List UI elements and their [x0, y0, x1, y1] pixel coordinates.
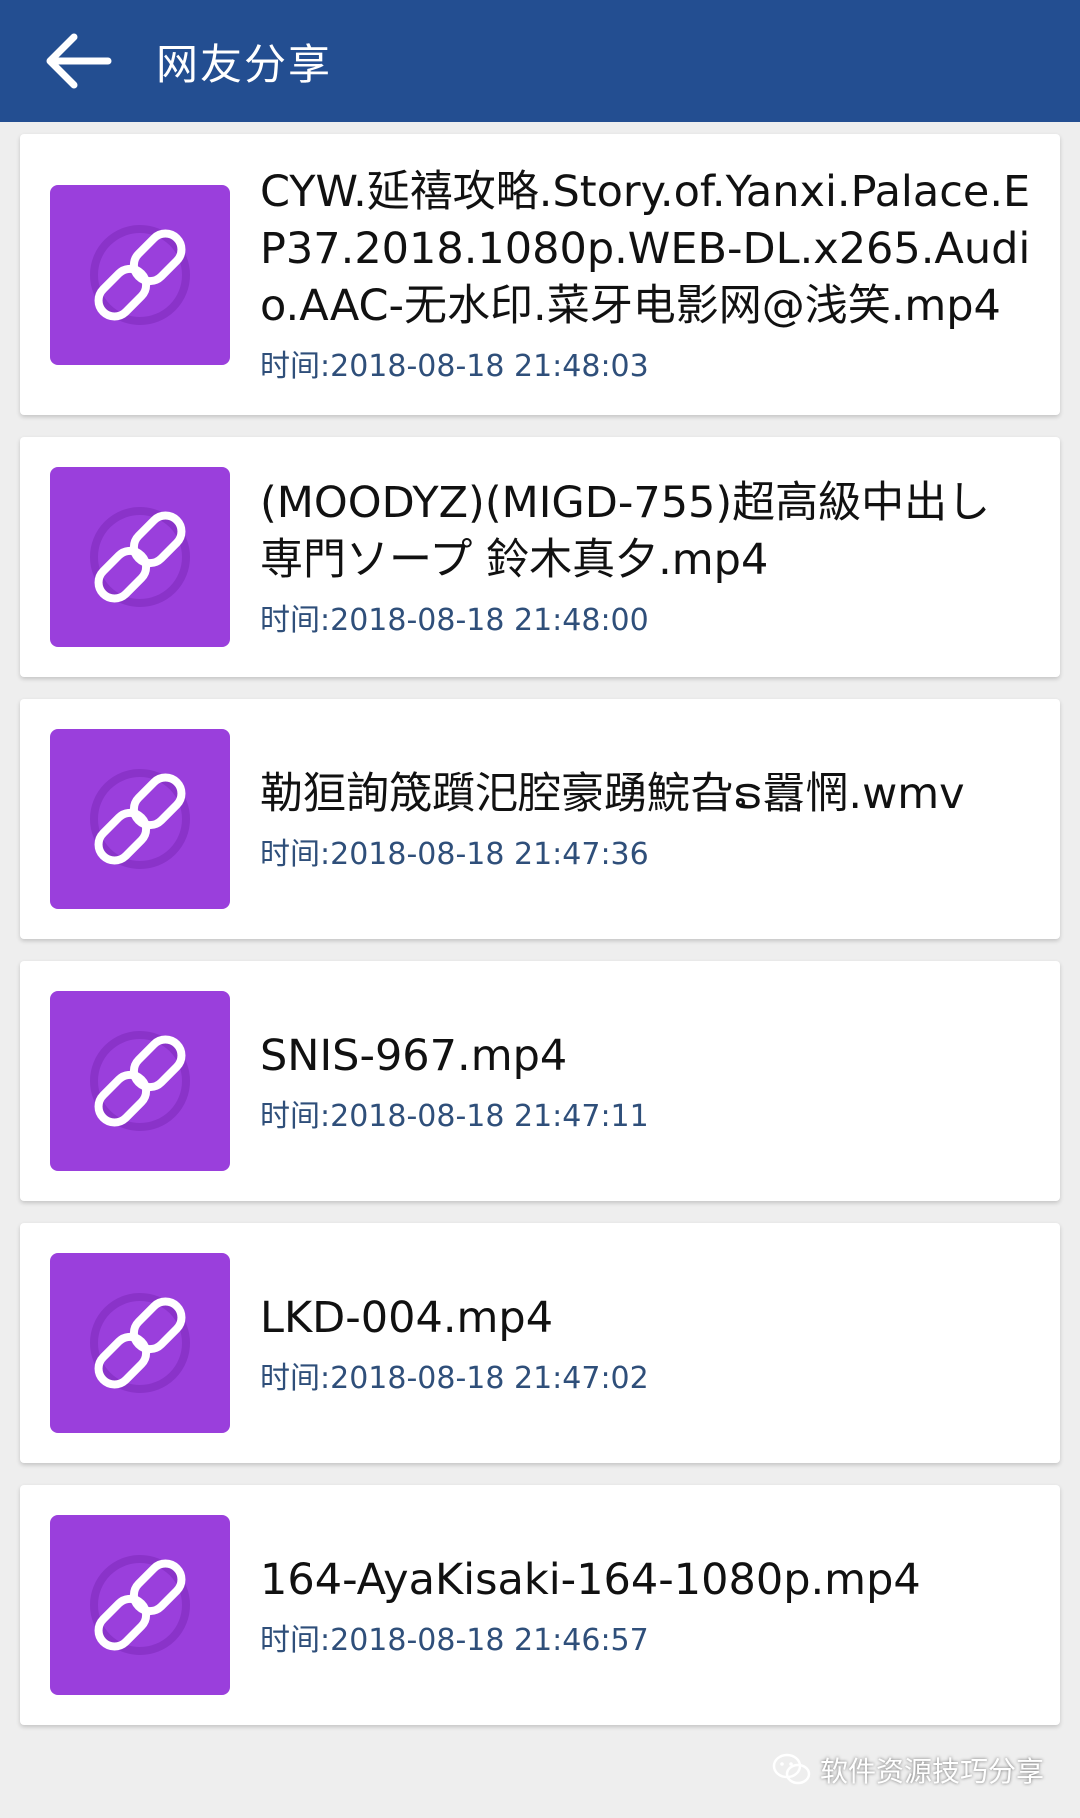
file-name: 164-AyaKisaki-164-1080p.mp4 [260, 1554, 921, 1605]
list-item[interactable]: LKD-004.mp4 时间:2018-08-18 21:47:02 [20, 1223, 1060, 1463]
list-item[interactable]: (MOODYZ)(MIGD-755)超高級中出し専門ソープ 鈴木真夕.mp4 时… [20, 437, 1060, 677]
file-name: LKD-004.mp4 [260, 1292, 554, 1343]
link-icon [90, 507, 190, 607]
list-item[interactable]: 勒狟詢筬躓汜腔豪踴鯇旮ຣ囂惘.wmv 时间:2018-08-18 21:47:3… [20, 699, 1060, 939]
file-name: CYW.延禧攻略.Story.of.Yanxi.Palace.EP37.2018… [260, 167, 1031, 331]
arrow-left-icon [46, 33, 112, 89]
share-list: CYW.延禧攻略.Story.of.Yanxi.Palace.EP37.2018… [20, 134, 1060, 1747]
share-time: 时间:2018-08-18 21:48:00 [260, 603, 649, 638]
list-item[interactable]: SNIS-967.mp4 时间:2018-08-18 21:47:11 [20, 961, 1060, 1201]
share-time: 时间:2018-08-18 21:48:03 [260, 349, 649, 384]
file-thumbnail [50, 184, 230, 365]
link-icon [90, 1031, 190, 1131]
share-time: 时间:2018-08-18 21:47:02 [260, 1360, 649, 1396]
file-name: SNIS-967.mp4 [260, 1030, 568, 1081]
file-thumbnail [50, 1253, 230, 1433]
file-thumbnail [50, 991, 230, 1171]
link-icon [90, 224, 190, 325]
app-header: 网友分享 [0, 0, 1080, 122]
file-thumbnail [50, 1515, 230, 1695]
list-item[interactable]: CYW.延禧攻略.Story.of.Yanxi.Palace.EP37.2018… [20, 134, 1060, 415]
page-title: 网友分享 [156, 39, 333, 89]
share-time: 时间:2018-08-18 21:46:57 [260, 1622, 649, 1658]
link-icon [90, 1293, 190, 1393]
share-time: 时间:2018-08-18 21:47:36 [260, 836, 649, 872]
watermark-text: 软件资源技巧分享 [819, 1755, 1044, 1788]
back-button[interactable] [18, 0, 138, 122]
link-icon [90, 769, 190, 869]
share-time: 时间:2018-08-18 21:47:11 [260, 1098, 649, 1134]
link-icon [90, 1555, 190, 1655]
file-name: 勒狟詢筬躓汜腔豪踴鯇旮ຣ囂惘.wmv [260, 768, 965, 819]
file-name: (MOODYZ)(MIGD-755)超高級中出し専門ソープ 鈴木真夕.mp4 [260, 478, 991, 585]
wechat-icon [772, 1753, 811, 1785]
file-thumbnail [50, 729, 230, 909]
watermark: 软件资源技巧分享 [772, 1750, 1044, 1790]
file-thumbnail [50, 467, 230, 647]
list-item[interactable]: 164-AyaKisaki-164-1080p.mp4 时间:2018-08-1… [20, 1485, 1060, 1725]
